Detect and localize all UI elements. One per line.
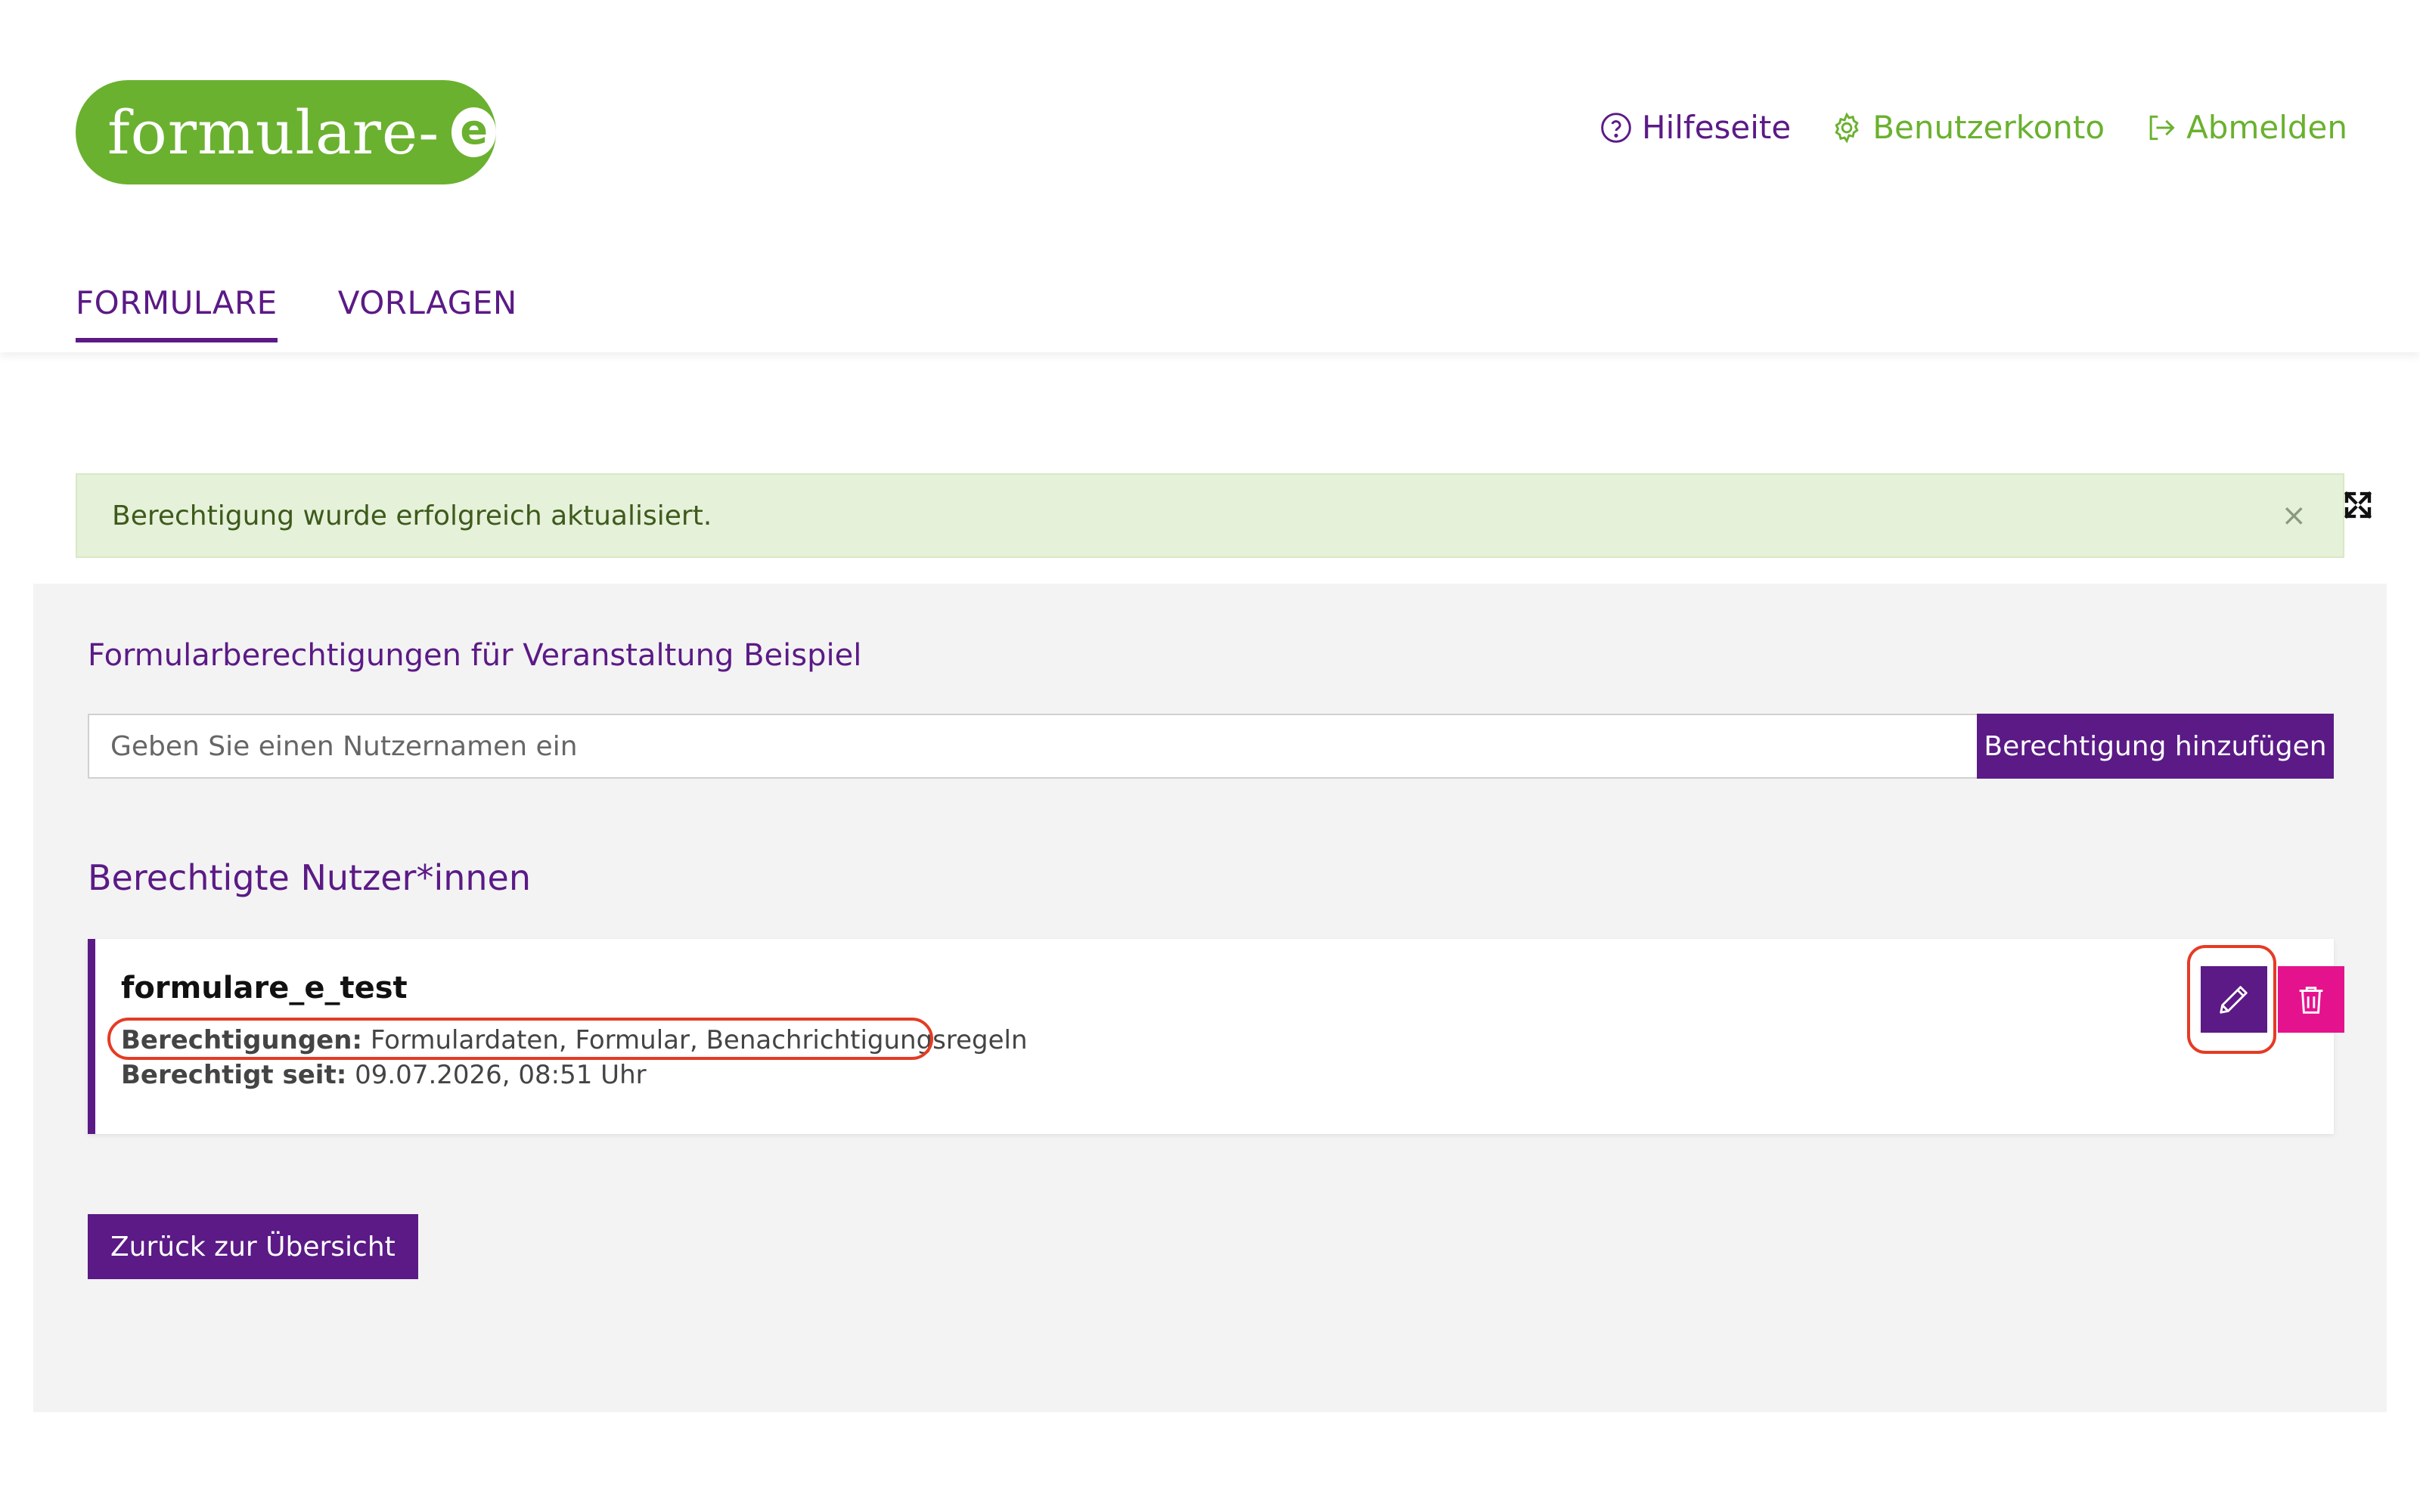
logout-link[interactable]: Abmelden	[2144, 109, 2347, 146]
main-tabs: FORMULARE VORLAGEN	[76, 284, 517, 342]
help-link-label: Hilfeseite	[1641, 109, 1792, 146]
authorized-users-heading: Berechtigte Nutzer*innen	[88, 857, 531, 898]
back-to-overview-button[interactable]: Zurück zur Übersicht	[88, 1214, 418, 1279]
add-permission-row: Berechtigung hinzufügen	[88, 714, 2334, 779]
logo-text: formulare-	[107, 97, 440, 168]
delete-permission-button[interactable]	[2278, 966, 2344, 1033]
user-name: formulare_e_test	[121, 971, 408, 1005]
question-circle-icon	[1601, 112, 1631, 143]
help-link[interactable]: Hilfeseite	[1599, 109, 1791, 146]
account-link-label: Benutzerkonto	[1872, 109, 2105, 146]
account-link[interactable]: Benutzerkonto	[1830, 109, 2105, 146]
logout-link-label: Abmelden	[2186, 109, 2347, 146]
sign-out-icon	[2149, 115, 2175, 140]
panel-title: Formularberechtigungen für Veranstaltung…	[88, 638, 862, 673]
alert-close-button[interactable]: ×	[2281, 500, 2307, 531]
app-header: formulare- e Hilfeseite Benutzerkonto Ab…	[0, 0, 2420, 352]
pencil-icon	[2220, 986, 2248, 1014]
add-permission-button[interactable]: Berechtigung hinzufügen	[1977, 714, 2334, 779]
tab-formulare[interactable]: FORMULARE	[76, 284, 278, 342]
tab-vorlagen[interactable]: VORLAGEN	[338, 284, 517, 342]
permissions-panel: Formularberechtigungen für Veranstaltung…	[33, 584, 2387, 1412]
logo[interactable]: formulare- e	[76, 80, 496, 184]
gear-icon	[1835, 111, 1859, 144]
expand-icon[interactable]	[2343, 490, 2373, 520]
success-alert: Berechtigung wurde erfolgreich aktualisi…	[76, 473, 2344, 558]
trash-icon	[2299, 987, 2323, 1014]
since-label: Berechtigt seit:	[121, 1060, 347, 1090]
user-since: Berechtigt seit: 09.07.2026, 08:51 Uhr	[121, 1060, 647, 1090]
logo-e-badge: e	[451, 107, 496, 157]
top-links: Hilfeseite Benutzerkonto Abmelden	[1599, 109, 2347, 146]
permissions-highlight-annotation	[107, 1018, 933, 1060]
username-input[interactable]	[88, 714, 1977, 779]
since-value: 09.07.2026, 08:51 Uhr	[355, 1060, 647, 1090]
user-card: formulare_e_test Berechtigungen: Formula…	[88, 939, 2344, 1134]
edit-permission-button[interactable]	[2201, 966, 2267, 1033]
alert-message: Berechtigung wurde erfolgreich aktualisi…	[112, 500, 712, 531]
